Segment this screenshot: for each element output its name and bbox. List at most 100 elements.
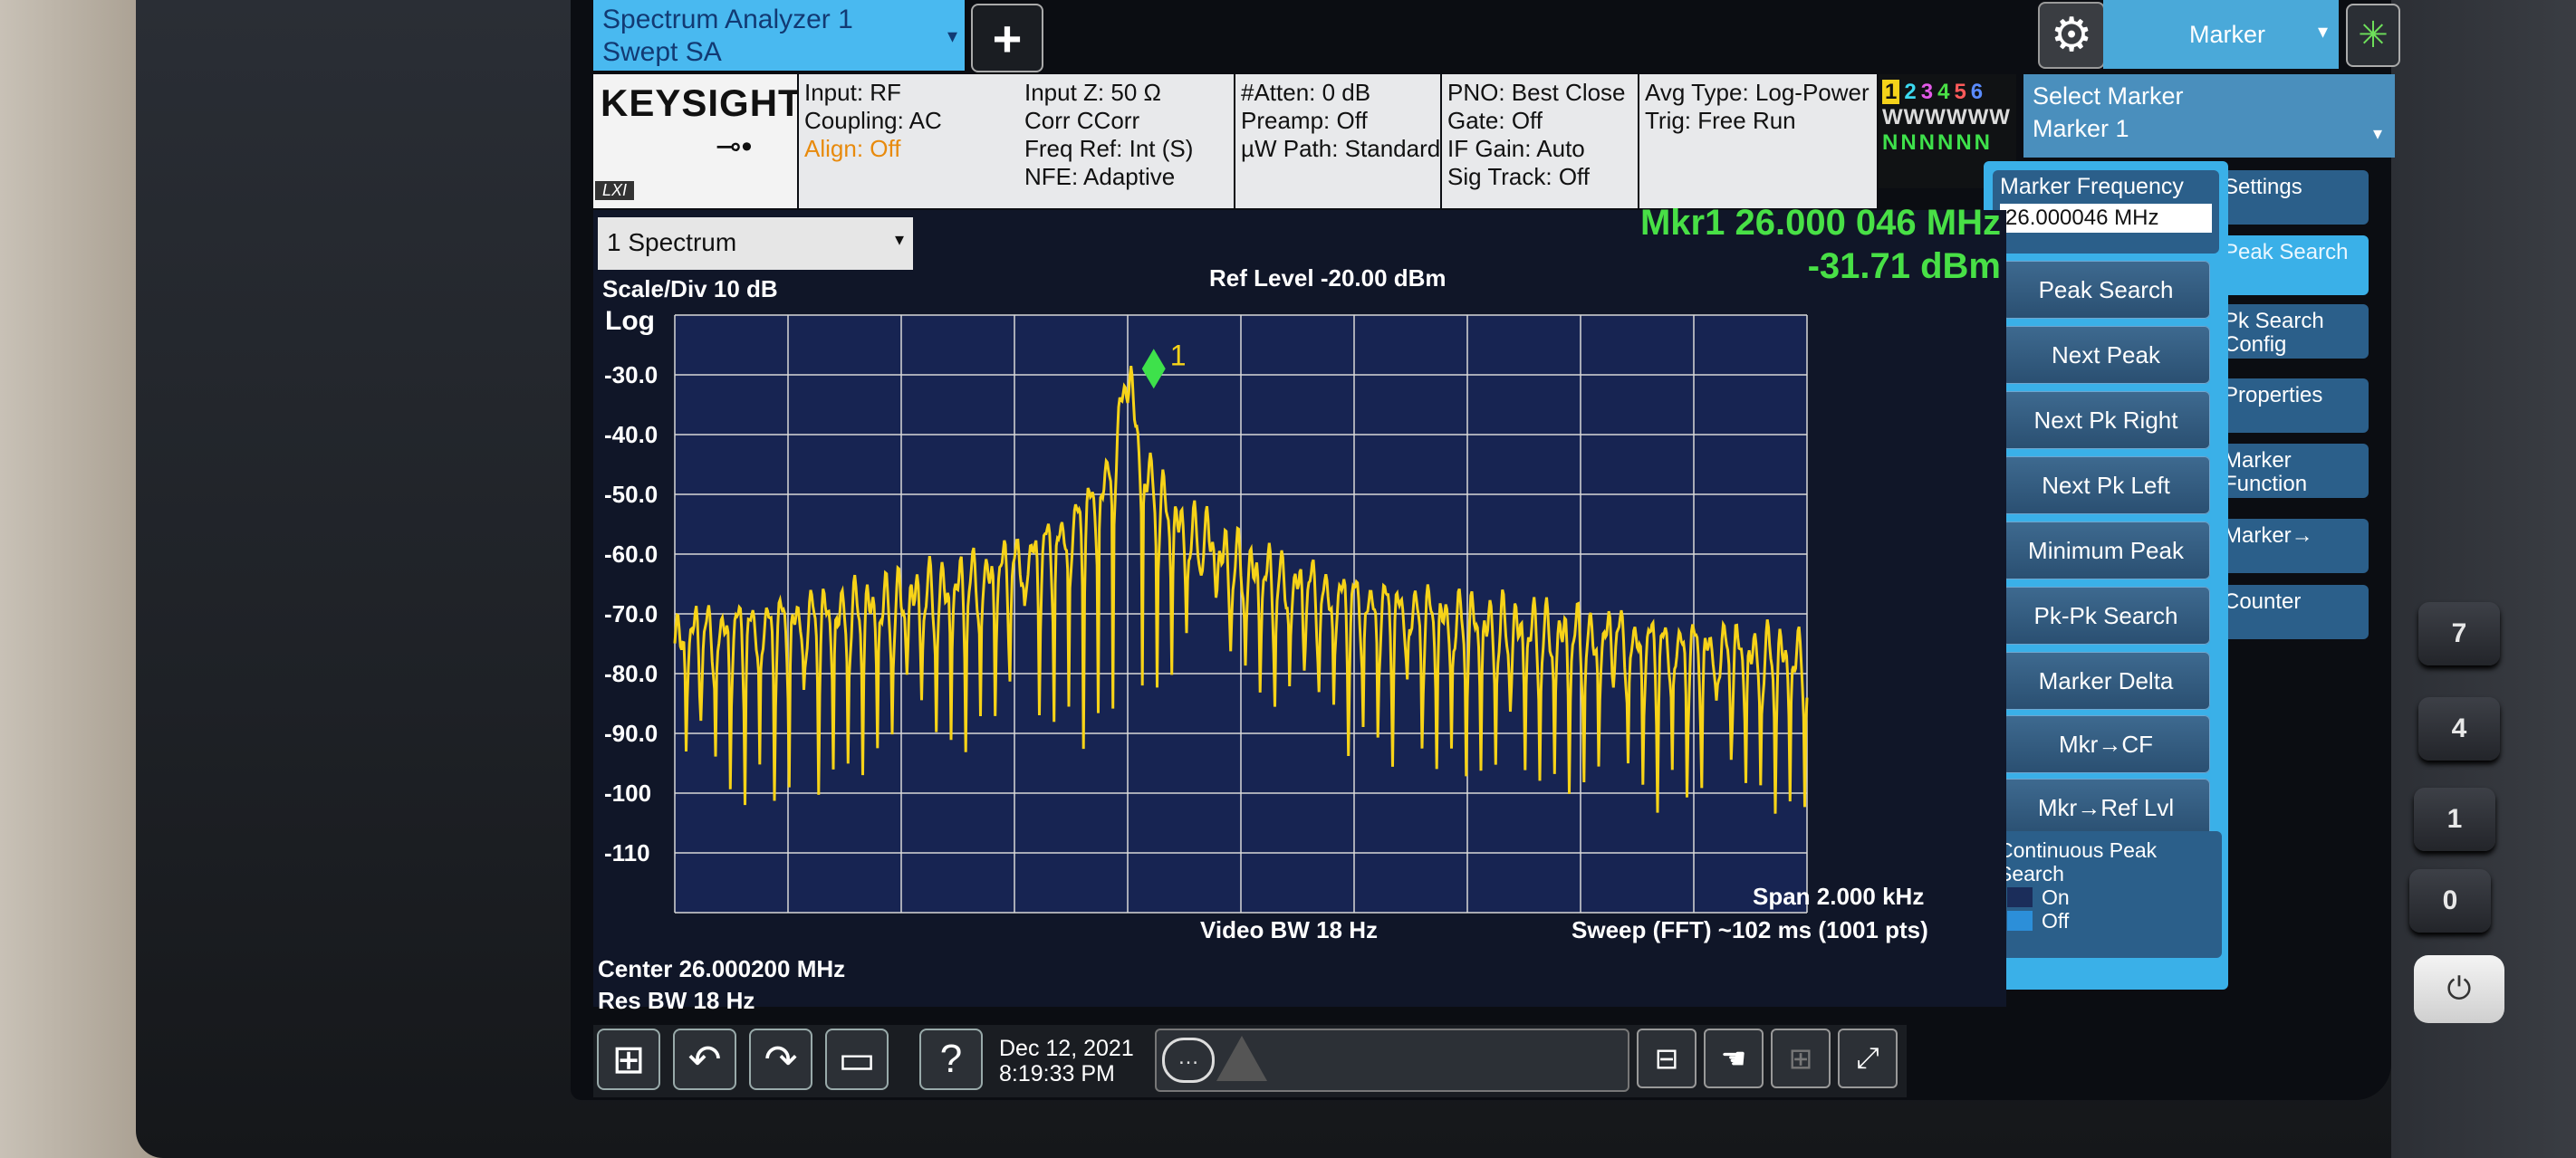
y-tick-label: -90.0 (604, 720, 658, 747)
warning-icon (1216, 1036, 1267, 1081)
message-bar[interactable]: … (1155, 1029, 1629, 1092)
header-atten-group[interactable]: #Atten: 0 dB Preamp: Off µW Path: Standa… (1235, 74, 1440, 208)
marker-delta-button[interactable]: Marker Delta (2002, 652, 2210, 710)
tab-marker-function[interactable]: Marker Function (2215, 444, 2369, 498)
input-status: Input: RF (804, 79, 901, 106)
marker-frequency-value: 26.000046 MHz (2000, 204, 2212, 233)
redo-icon[interactable]: ↷ (749, 1029, 812, 1090)
select-marker-value: Marker 1 (2033, 115, 2129, 142)
header-input-group[interactable]: Input: RF Coupling: AC Align: Off (799, 74, 1025, 208)
y-tick-label: -50.0 (604, 481, 658, 508)
power-button[interactable]: ⏻ (2414, 955, 2504, 1023)
if-gain-status: IF Gain: Auto (1447, 135, 1585, 162)
detector-row: NNNNNN (1882, 130, 1993, 155)
chevron-down-icon: ▾ (894, 230, 904, 250)
date-text: Dec 12, 2021 (999, 1036, 1134, 1061)
y-tick-label: -40.0 (604, 421, 658, 448)
tab-peak-search[interactable]: Peak Search (2215, 235, 2369, 295)
peak-search-button[interactable]: Peak Search (2002, 261, 2210, 319)
keysight-logo: KEYSIGHT ⊸• LXI (593, 74, 802, 208)
option-on[interactable]: On (2007, 885, 2215, 909)
key-0[interactable]: 0 (2409, 869, 2491, 933)
next-pk-right-button[interactable]: Next Pk Right (2002, 391, 2210, 449)
message-icon[interactable]: … (1162, 1038, 1215, 1083)
y-tick-label: -30.0 (604, 361, 658, 388)
y-tick-label: -80.0 (604, 660, 658, 687)
sweep-label: Sweep (FFT) ~102 ms (1001 pts) (1572, 916, 1928, 943)
tab-pk-search-config[interactable]: Pk Search Config (2215, 304, 2369, 359)
marker-frequency-readout: Mkr1 26.000 046 MHz (1639, 203, 2001, 243)
marker-number-label: 1 (1170, 339, 1187, 371)
chevron-down-icon: ▾ (2372, 124, 2382, 144)
y-tick-label: -110 (604, 839, 650, 866)
tab-marker-to[interactable]: Marker→ (2215, 519, 2369, 573)
next-pk-left-button[interactable]: Next Pk Left (2002, 456, 2210, 514)
trigger-status: Trig: Free Run (1645, 107, 1796, 134)
softkey-panel: Marker Frequency 26.000046 MHz Peak Sear… (1984, 161, 2228, 990)
pk-pk-search-button[interactable]: Pk-Pk Search (2002, 587, 2210, 645)
trace-1-number: 1 (1882, 80, 1900, 104)
option-off[interactable]: Off (2007, 909, 2215, 933)
input-z-status: Input Z: 50 Ω (1024, 79, 1161, 106)
marker-frequency-label: Marker Frequency (2000, 174, 2184, 199)
add-screen-button[interactable]: + (971, 4, 1043, 72)
option-on-label: On (2042, 885, 2070, 909)
header-input-z-group[interactable]: Input Z: 50 Ω Corr CCorr Freq Ref: Int (… (1019, 74, 1234, 208)
view-name: 1 Spectrum (607, 228, 737, 256)
tab-settings[interactable]: Settings (2215, 170, 2369, 225)
connector-icon: ⊸• (716, 129, 753, 164)
continuous-peak-search-toggle[interactable]: Continuous Peak Search On Off (1991, 831, 2222, 958)
trace-4-number: 4 (1937, 80, 1950, 104)
next-peak-button[interactable]: Next Peak (2002, 326, 2210, 384)
folder-icon[interactable]: ▭ (825, 1029, 889, 1090)
avg-type-status: Avg Type: Log-Power (1645, 79, 1870, 106)
windows-icon[interactable]: ⊞ (597, 1029, 660, 1090)
minimum-peak-button[interactable]: Minimum Peak (2002, 522, 2210, 579)
option-off-label: Off (2042, 909, 2070, 933)
pno-status: PNO: Best Close (1447, 79, 1626, 106)
span-label: Span 2.000 kHz (1753, 883, 1925, 910)
res-bw-label: Res BW 18 Hz (598, 987, 755, 1014)
coupling-status: Coupling: AC (804, 107, 942, 134)
key-1[interactable]: 1 (2414, 788, 2495, 851)
uw-path-status: µW Path: Standard (1241, 135, 1441, 162)
trace-type-row: WWWWWW (1882, 105, 2011, 129)
menu-panel-dropdown[interactable]: Marker ▾ (2103, 0, 2339, 69)
marker-frequency-field[interactable]: Marker Frequency 26.000046 MHz (1993, 170, 2219, 254)
align-status: Align: Off (804, 135, 901, 162)
menu-panel-label: Marker (2189, 20, 2266, 48)
trace-numbers: 123456 (1882, 80, 2013, 105)
key-4[interactable]: 4 (2418, 697, 2500, 761)
menu-tabs: Settings Peak Search Pk Search Config Pr… (2215, 161, 2391, 668)
mode-tab[interactable]: Spectrum Analyzer 1 Swept SA ▾ (593, 0, 965, 71)
video-bw-label: Video BW 18 Hz (1200, 916, 1379, 943)
touch-icon[interactable]: ☚ (1704, 1029, 1764, 1088)
mkr-to-ref-lvl-button[interactable]: Mkr→Ref Lvl (2002, 779, 2210, 837)
select-marker-dropdown[interactable]: Select Marker Marker 1 ▾ (2023, 74, 2395, 158)
gear-icon[interactable]: ⚙ (2038, 2, 2105, 69)
grid-view-icon[interactable]: ⊞ (1771, 1029, 1831, 1088)
y-tick-label: -70.0 (604, 600, 658, 627)
help-icon[interactable]: ? (919, 1029, 983, 1090)
tab-counter[interactable]: Counter (2215, 585, 2369, 639)
y-tick-label: -60.0 (604, 541, 658, 568)
view-selector[interactable]: 1 Spectrum ▾ (598, 217, 913, 270)
mode-subtitle: Swept SA (602, 37, 722, 67)
mkr-to-cf-button[interactable]: Mkr→CF (2002, 715, 2210, 773)
freq-ref-status: Freq Ref: Int (S) (1024, 135, 1194, 162)
tab-properties[interactable]: Properties (2215, 378, 2369, 433)
undo-icon[interactable]: ↶ (673, 1029, 736, 1090)
atten-status: #Atten: 0 dB (1241, 79, 1371, 106)
key-7[interactable]: 7 (2418, 602, 2500, 665)
header-pno-group[interactable]: PNO: Best Close Gate: Off IF Gain: Auto … (1442, 74, 1638, 208)
center-frequency-label: Center 26.000200 MHz (598, 955, 846, 982)
header-avg-group[interactable]: Avg Type: Log-Power Trig: Free Run (1639, 74, 1877, 208)
radio-off-icon (2007, 911, 2033, 931)
lxi-badge: LXI (595, 181, 635, 200)
busy-indicator-icon[interactable]: ✳ (2346, 4, 2400, 67)
multi-window-icon[interactable]: ⊟ (1637, 1029, 1697, 1088)
radio-on-icon (2007, 887, 2033, 907)
continuous-peak-search-label: Continuous Peak Search (1998, 838, 2158, 885)
gate-status: Gate: Off (1447, 107, 1543, 134)
fullscreen-icon[interactable]: ⤢ (1838, 1029, 1898, 1088)
